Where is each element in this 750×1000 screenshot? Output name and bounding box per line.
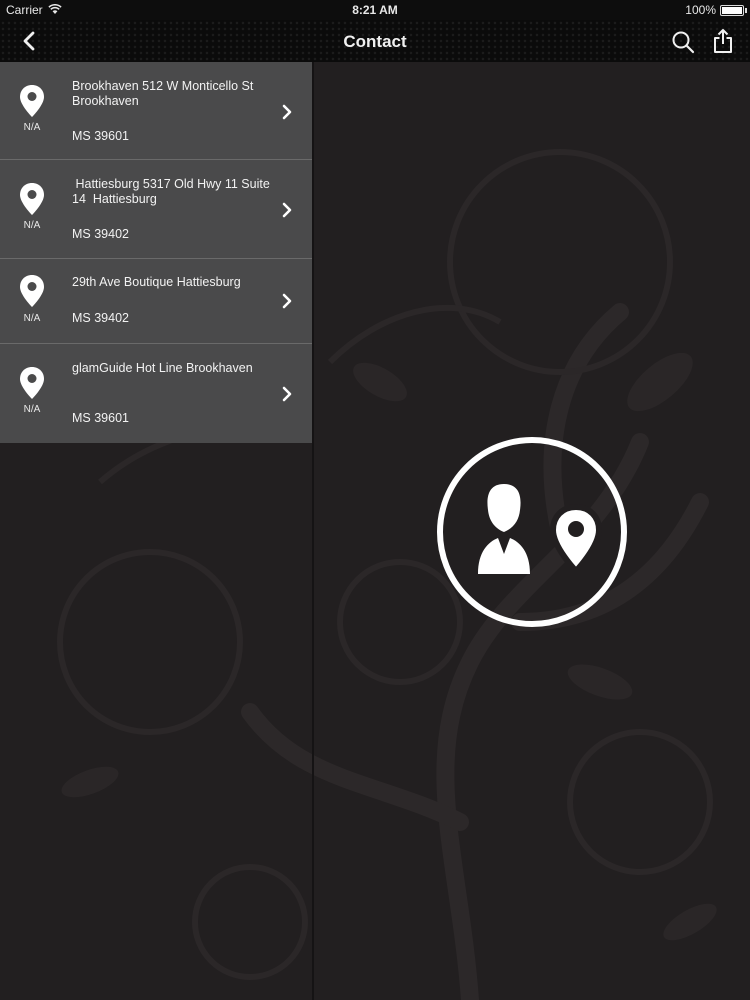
distance-label: N/A [23,122,41,133]
map-pin-icon [20,85,44,117]
status-bar: Carrier 8:21 AM 100% [0,0,750,20]
chevron-right-icon [282,202,292,218]
content-area: N/A Brookhaven 512 W Monticello St Brook… [0,62,750,1000]
page-title: Contact [343,32,407,51]
map-pin-icon [20,183,44,215]
distance-label: N/A [23,404,41,415]
location-name: Hattiesburg 5317 Old Hwy 11 Suite 14 Hat… [72,177,274,206]
back-chevron-icon[interactable] [18,29,42,53]
status-time: 8:21 AM [352,3,398,17]
location-list: N/A Brookhaven 512 W Monticello St Brook… [0,62,312,443]
pane-divider [312,62,314,1000]
location-row[interactable]: N/A Brookhaven 512 W Monticello St Brook… [0,62,312,160]
location-row[interactable]: N/A 29th Ave Boutique Hattiesburg MS 394… [0,259,312,344]
search-icon[interactable] [670,29,696,55]
distance-label: N/A [23,220,41,231]
location-name: 29th Ave Boutique Hattiesburg [72,275,241,289]
location-row[interactable]: N/A Hattiesburg 5317 Old Hwy 11 Suite 14… [0,160,312,259]
location-zip: MS 39601 [72,129,129,143]
chevron-right-icon [282,104,292,120]
battery-percent: 100% [685,3,716,17]
chevron-right-icon [282,386,292,402]
map-pin-icon [20,367,44,399]
location-name: Brookhaven 512 W Monticello St Brookhave… [72,79,257,108]
navigation-bar: Contact [0,20,750,62]
chevron-right-icon [282,293,292,309]
location-name: glamGuide Hot Line Brookhaven [72,361,253,375]
battery-icon [720,5,747,16]
location-row[interactable]: N/A glamGuide Hot Line Brookhaven MS 396… [0,344,312,443]
location-zip: MS 39601 [72,411,129,425]
distance-label: N/A [23,313,41,324]
location-zip: MS 39402 [72,227,129,241]
contact-location-icon [437,437,627,627]
map-pin-icon [20,275,44,307]
share-icon[interactable] [712,28,734,54]
location-zip: MS 39402 [72,311,129,325]
